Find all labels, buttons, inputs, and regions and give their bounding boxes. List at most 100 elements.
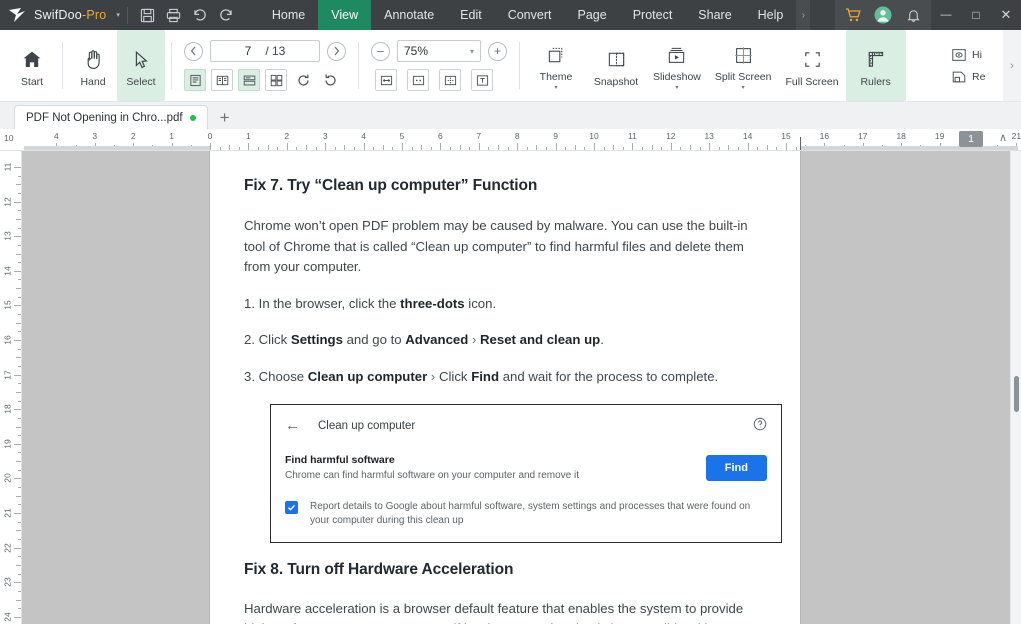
find-harmful-software-text: Find harmful software Chrome can find ha… bbox=[285, 454, 579, 482]
document-tab-strip: PDF Not Opening in Chro...pdf + bbox=[0, 102, 1021, 129]
print-icon[interactable] bbox=[161, 2, 187, 28]
vertical-scrollbar-thumb[interactable] bbox=[1014, 376, 1019, 412]
document-tab[interactable]: PDF Not Opening in Chro...pdf bbox=[14, 105, 208, 129]
fit-width-icon[interactable] bbox=[375, 69, 397, 91]
fit-visible-icon[interactable] bbox=[439, 69, 461, 91]
ruler-tick-minor bbox=[16, 391, 21, 393]
current-page-value: 7 bbox=[244, 44, 252, 58]
menu-overflow-chevron-icon[interactable]: › bbox=[796, 0, 811, 30]
menu-item-page[interactable]: Page bbox=[564, 0, 619, 30]
next-page-button[interactable] bbox=[327, 41, 346, 61]
rotate-counterclockwise-icon[interactable] bbox=[319, 69, 341, 91]
zoom-control-row: − 75% ▾ + bbox=[371, 40, 507, 62]
two-page-view-icon[interactable] bbox=[211, 69, 233, 91]
new-tab-button[interactable]: + bbox=[208, 107, 242, 129]
ruler-tick bbox=[747, 143, 749, 150]
redo-icon[interactable] bbox=[213, 2, 239, 28]
brand-dropdown-caret[interactable]: ▾ bbox=[116, 11, 120, 19]
step-2-bold-2: Advanced bbox=[405, 332, 469, 348]
save-icon[interactable] bbox=[135, 2, 161, 28]
page-indicator-badge[interactable]: 1 bbox=[959, 131, 983, 147]
grid-view-icon[interactable] bbox=[265, 69, 287, 91]
page-number-input[interactable]: 7 / 13 bbox=[210, 40, 320, 62]
text-reflow-icon[interactable] bbox=[471, 69, 493, 91]
ruler-tick-minor bbox=[18, 365, 21, 367]
ribbon-expand-chevron-icon[interactable]: › bbox=[1003, 30, 1021, 101]
window-minimize-button[interactable]: — bbox=[931, 0, 961, 30]
user-avatar-icon[interactable] bbox=[869, 0, 897, 30]
hand-icon bbox=[84, 47, 103, 73]
vertical-scrollbar[interactable] bbox=[1010, 151, 1021, 624]
ruler-tick bbox=[14, 167, 21, 168]
page-canvas[interactable]: Fix 7. Try “Clean up computer” Function … bbox=[22, 151, 1021, 624]
cursor-arrow-icon bbox=[132, 47, 150, 73]
vertical-ruler[interactable]: 1112131415161718192021222324252627 bbox=[0, 151, 22, 624]
find-button[interactable]: Find bbox=[705, 454, 767, 481]
ruler-label: 24 bbox=[2, 612, 13, 622]
theme-label: Theme bbox=[539, 71, 573, 83]
theme-button[interactable]: Theme ▾ bbox=[526, 30, 586, 101]
ruler-tick-minor bbox=[18, 314, 21, 316]
page-layout-button-row bbox=[184, 69, 346, 91]
undo-icon[interactable] bbox=[187, 2, 213, 28]
ruler-tick-minor bbox=[18, 262, 21, 264]
full-screen-button[interactable]: Full Screen bbox=[779, 30, 846, 101]
menu-item-convert[interactable]: Convert bbox=[495, 0, 565, 30]
ruler-tick-minor bbox=[16, 184, 21, 186]
bell-icon[interactable] bbox=[899, 0, 927, 30]
ruler-label: 11 bbox=[627, 131, 637, 141]
screenshot-section-subtext: Chrome can find harmful software on your… bbox=[285, 469, 580, 481]
report-details-checkbox[interactable] bbox=[285, 500, 298, 514]
ruler-tick-minor bbox=[18, 417, 21, 419]
view-ribbon-toolbar: Start Hand Select 7 / 13 − 75% ▾ + Theme… bbox=[0, 30, 1021, 102]
snapshot-button[interactable]: Snapshot bbox=[586, 30, 646, 101]
hand-tool-button[interactable]: Hand bbox=[69, 30, 117, 101]
zoom-level-select[interactable]: 75% ▾ bbox=[397, 40, 481, 62]
overflow-command-stack: Hi Re bbox=[947, 30, 1003, 101]
menu-item-annotate[interactable]: Annotate bbox=[371, 0, 447, 30]
ruler-tick-minor bbox=[574, 145, 576, 150]
ruler-label: 3 bbox=[92, 131, 98, 141]
continuous-scroll-icon[interactable] bbox=[238, 69, 260, 91]
find-harmful-software-row: Find harmful software Chrome can find ha… bbox=[285, 454, 767, 482]
menu-item-help[interactable]: Help bbox=[745, 0, 797, 30]
ruler-label: 9 bbox=[553, 131, 558, 141]
report-details-checkbox-row[interactable]: Report details to Google about harmful s… bbox=[271, 486, 781, 542]
previous-page-button[interactable] bbox=[184, 41, 203, 61]
menu-item-home[interactable]: Home bbox=[259, 0, 318, 30]
ruler-tick-minor bbox=[16, 322, 21, 324]
menu-item-share[interactable]: Share bbox=[685, 0, 744, 30]
chevron-down-icon[interactable]: ▾ bbox=[742, 85, 745, 92]
horizontal-ruler[interactable]: 4321012345678910111213141516171819202110 bbox=[0, 129, 1021, 151]
ruler-label: 15 bbox=[781, 131, 791, 141]
ruler-tick-minor bbox=[642, 147, 643, 150]
ruler-tick-minor bbox=[18, 296, 21, 298]
hide-panel-button[interactable]: Hi bbox=[951, 47, 999, 63]
select-tool-button[interactable]: Select bbox=[117, 30, 165, 101]
ruler-tick-minor bbox=[690, 145, 691, 150]
chevron-down-icon[interactable]: ▾ bbox=[675, 85, 678, 92]
start-button[interactable]: Start bbox=[8, 30, 56, 101]
fit-page-icon[interactable] bbox=[407, 69, 429, 91]
single-page-view-icon[interactable] bbox=[184, 69, 206, 91]
zoom-out-button[interactable]: − bbox=[371, 41, 390, 61]
menu-item-edit[interactable]: Edit bbox=[447, 0, 495, 30]
chevron-up-icon[interactable]: ∧ bbox=[999, 131, 1007, 144]
rotate-clockwise-icon[interactable] bbox=[292, 69, 314, 91]
menu-item-protect[interactable]: Protect bbox=[620, 0, 686, 30]
split-screen-button[interactable]: Split Screen ▾ bbox=[708, 30, 779, 101]
slideshow-button[interactable]: Slideshow ▾ bbox=[646, 30, 708, 101]
window-close-button[interactable]: ✕ bbox=[991, 0, 1021, 30]
cart-icon[interactable] bbox=[839, 0, 867, 30]
brand-logo-group[interactable]: SwifDoo-Pro ▾ bbox=[0, 6, 120, 24]
step-1-suffix: icon. bbox=[464, 295, 497, 311]
ruler-tick bbox=[14, 582, 21, 584]
zoom-in-button[interactable]: + bbox=[488, 41, 507, 61]
rulers-button[interactable]: Rulers bbox=[845, 30, 906, 101]
menu-item-view[interactable]: View bbox=[318, 0, 372, 30]
window-maximize-button[interactable]: □ bbox=[961, 0, 991, 30]
ruler-tick bbox=[325, 143, 327, 150]
chevron-down-icon[interactable]: ▾ bbox=[554, 85, 557, 92]
screenshot-body: Find harmful software Chrome can find ha… bbox=[271, 446, 781, 486]
read-mode-button[interactable]: Re bbox=[951, 69, 999, 85]
